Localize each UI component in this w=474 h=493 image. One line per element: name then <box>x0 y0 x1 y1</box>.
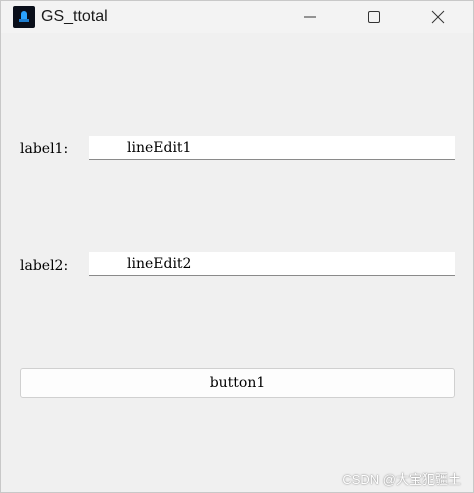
line-edit-1-text: lineEdit1 <box>127 140 192 156</box>
close-icon <box>431 10 445 24</box>
app-icon <box>13 6 35 28</box>
title-bar[interactable]: GS_ttotal <box>1 1 473 33</box>
maximize-button[interactable] <box>351 1 397 33</box>
window-title: GS_ttotal <box>41 8 108 25</box>
minimize-icon <box>304 16 316 18</box>
button1[interactable]: button1 <box>20 368 455 398</box>
line-edit-2[interactable]: lineEdit2 <box>89 252 455 276</box>
app-window: GS_ttotal label1: lineEdit1 label2: line… <box>0 0 474 493</box>
label2: label2: <box>20 258 69 274</box>
close-button[interactable] <box>415 1 461 33</box>
maximize-icon <box>368 11 380 23</box>
label1: label1: <box>20 141 69 157</box>
minimize-button[interactable] <box>287 1 333 33</box>
watermark: CSDN @大宝犯疆土 <box>342 472 461 487</box>
line-edit-2-text: lineEdit2 <box>127 256 192 272</box>
line-edit-1[interactable]: lineEdit1 <box>89 136 455 160</box>
